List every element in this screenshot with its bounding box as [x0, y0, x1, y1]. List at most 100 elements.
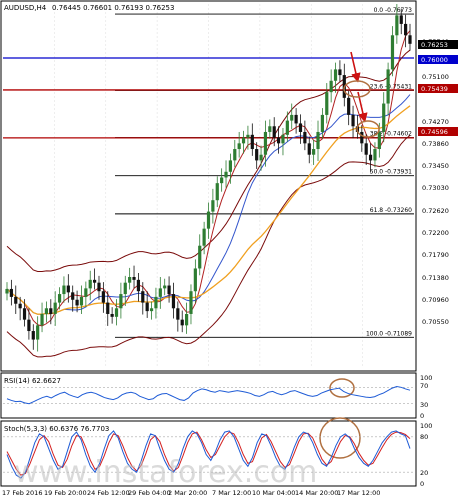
time-label: 14 Mar 20:00: [295, 489, 338, 497]
candle-body: [395, 15, 399, 36]
candle-body: [101, 291, 105, 303]
candle-body: [272, 126, 276, 138]
candle-body: [163, 285, 167, 289]
candle-body: [220, 177, 224, 184]
stoch-axis-label: 100: [420, 422, 432, 430]
rsi-axis-label: 0: [420, 412, 424, 420]
candle-body: [246, 134, 250, 138]
candle-body: [338, 69, 342, 76]
candle-body: [44, 308, 49, 314]
rsi-axis-label: 30: [420, 401, 428, 409]
price-label: 0.71790: [422, 251, 449, 259]
candle-body: [250, 134, 254, 150]
time-label: 17 Mar 12:00: [337, 489, 380, 497]
candle-body: [276, 137, 281, 144]
candle-body: [97, 282, 101, 292]
rsi-axis-label: 100: [420, 374, 432, 382]
candle-body: [382, 103, 386, 132]
chart-canvas: 0.0 -0.7677323.6 -0.7543138.2 -0.7460250…: [0, 0, 458, 497]
red-level-tag: 0.74596: [421, 128, 448, 136]
watermark: www.instaforex.com: [14, 455, 317, 490]
fib-label: 61.8 -0.73260: [370, 207, 412, 214]
candle-body: [84, 288, 88, 297]
rsi-title: RSI(14) 62.6627: [4, 377, 61, 385]
candle-body: [255, 149, 259, 161]
candle-body: [114, 308, 119, 317]
chart-ohlc: 0.76445 0.76601 0.76193 0.76253: [52, 4, 174, 12]
candle-body: [119, 294, 123, 309]
candle-body: [31, 331, 35, 340]
candle-body: [176, 308, 180, 320]
candle-body: [53, 302, 57, 314]
candle-body: [145, 302, 149, 312]
candle-body: [5, 288, 9, 294]
candle-body: [312, 149, 316, 155]
price-label: 0.75100: [422, 73, 449, 81]
candle-body: [320, 114, 324, 132]
candle-body: [79, 296, 84, 306]
candle-body: [40, 313, 44, 326]
time-label: 17 Feb 2016: [2, 489, 42, 497]
time-label: 19 Feb 20:00: [44, 489, 87, 497]
candle-body: [390, 35, 395, 70]
red-level-tag: 0.75439: [421, 85, 448, 93]
price-label: 0.71380: [422, 274, 449, 282]
candle-body: [329, 80, 333, 93]
candle-body: [22, 308, 27, 320]
blue-level-tag: 0.76000: [421, 56, 448, 64]
candle-body: [184, 313, 189, 326]
candle-body: [298, 123, 303, 132]
candle-body: [290, 114, 294, 121]
candle-body: [128, 277, 132, 283]
fib-label: 100.0 -0.71089: [366, 330, 412, 337]
candle-body: [386, 69, 390, 104]
candle-body: [189, 291, 193, 314]
candle-body: [132, 277, 136, 280]
candle-body: [75, 299, 79, 306]
candle-body: [66, 285, 70, 293]
candle-body: [198, 245, 202, 269]
candle-body: [404, 23, 408, 36]
time-label: 7 Mar 12:00: [212, 489, 251, 497]
candle-body: [14, 296, 18, 304]
candle-body: [202, 228, 206, 246]
time-label: 24 Feb 12:00: [87, 489, 130, 497]
price-label: 0.73860: [422, 140, 449, 148]
candle-body: [285, 120, 289, 135]
candle-body: [180, 319, 184, 326]
time-label: 2 Mar 20:00: [168, 489, 207, 497]
chart-symbol: AUDUSD,H4: [4, 4, 47, 12]
candle-body: [333, 69, 338, 81]
candle-body: [224, 171, 228, 178]
fib-label: 50.0 -0.73931: [370, 169, 412, 176]
stoch-axis-label: 0: [420, 480, 424, 488]
candle-body: [316, 131, 320, 150]
candle-body: [62, 285, 66, 295]
candle-body: [215, 183, 219, 201]
candle-body: [307, 143, 311, 155]
candle-body: [228, 160, 233, 172]
time-axis: 17 Feb 2016 19 Feb 20:00 24 Feb 12:00 29…: [2, 489, 380, 497]
candle-body: [158, 288, 162, 297]
candle-body: [347, 97, 351, 115]
price-label: 0.73030: [422, 184, 449, 192]
candle-body: [241, 137, 246, 144]
candle-body: [110, 313, 114, 317]
stoch-title: Stoch(5,3,3) 60.6376 76.7703: [4, 425, 109, 433]
candle-body: [364, 143, 368, 155]
stoch-axis-label: 80: [420, 433, 428, 441]
candle-body: [141, 291, 145, 303]
price-label: 0.73450: [422, 162, 449, 170]
price-axis: 0.75740 0.75100 0.74270 0.73860 0.73450 …: [422, 38, 449, 326]
price-label: 0.70960: [422, 296, 449, 304]
candle-body: [171, 294, 176, 309]
time-label: 29 Feb 04:00: [128, 489, 171, 497]
candle-body: [360, 131, 364, 144]
price-label: 0.70550: [422, 318, 449, 326]
candle-body: [57, 294, 62, 303]
candle-body: [373, 149, 377, 161]
price-label: 0.72620: [422, 207, 449, 215]
candle-body: [368, 154, 373, 161]
candle-body: [18, 303, 22, 309]
fib-label: 0.0 -0.76773: [374, 7, 413, 14]
